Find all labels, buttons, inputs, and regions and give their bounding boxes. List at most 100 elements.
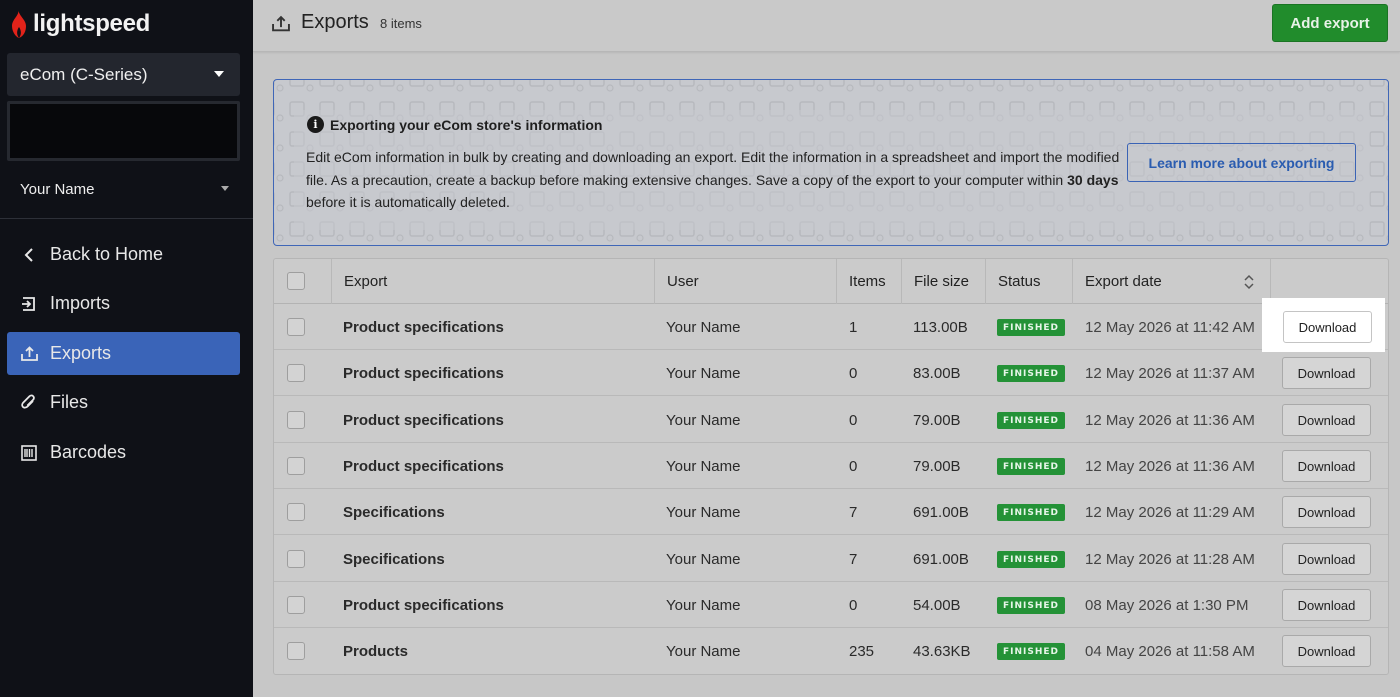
sidebar-item-imports[interactable]: Imports: [7, 282, 240, 325]
row-checkbox[interactable]: [287, 503, 305, 521]
export-icon: [272, 15, 290, 32]
user-name: Your Name: [666, 457, 741, 475]
table-row: Specifications Your Name 7 691.00B FINIS…: [274, 489, 1388, 535]
row-checkbox[interactable]: [287, 411, 305, 429]
column-user[interactable]: User: [667, 259, 699, 304]
user-name: Your Name: [666, 411, 741, 429]
page-header: Exports 8 items Add export: [253, 0, 1400, 52]
column-status[interactable]: Status: [998, 259, 1041, 304]
file-size: 113.00B: [913, 318, 968, 336]
banner-text: Edit eCom information in bulk by creatin…: [306, 146, 1126, 214]
sidebar-divider: [0, 218, 253, 219]
export-date: 12 May 2026 at 11:29 AM: [1085, 503, 1255, 521]
store-select[interactable]: eCom (C-Series): [7, 53, 240, 96]
table-row: Product specifications Your Name 0 79.00…: [274, 397, 1388, 443]
status-badge: FINISHED: [997, 319, 1066, 336]
column-export-date[interactable]: Export date: [1085, 259, 1162, 304]
download-button[interactable]: Download: [1283, 311, 1372, 343]
column-items[interactable]: Items: [849, 259, 886, 304]
row-checkbox[interactable]: [287, 596, 305, 614]
caret-down-icon: [221, 186, 229, 191]
banner-text-part: Edit eCom information in bulk by creatin…: [306, 149, 1120, 188]
page-title: Exports: [301, 11, 369, 33]
download-button[interactable]: Download: [1282, 496, 1371, 528]
export-name: Product specifications: [343, 596, 504, 614]
learn-more-button[interactable]: Learn more about exporting: [1127, 143, 1356, 182]
user-name: Your Name: [20, 180, 95, 198]
lightspeed-logo[interactable]: lightspeed: [9, 8, 150, 40]
banner-text-bold: 30 days: [1067, 171, 1119, 188]
exports-table: Export User Items File size Status Expor…: [273, 258, 1389, 675]
user-name: Your Name: [666, 642, 741, 660]
export-name: Product specifications: [343, 364, 504, 382]
chevron-left-icon: [20, 246, 38, 264]
file-size: 83.00B: [913, 364, 961, 382]
download-button[interactable]: Download: [1282, 589, 1371, 621]
barcode-icon: [20, 444, 38, 462]
export-name: Products: [343, 642, 409, 660]
export-name: Specifications: [343, 550, 445, 568]
add-export-button[interactable]: Add export: [1272, 4, 1388, 42]
export-name: Product specifications: [343, 318, 504, 336]
row-checkbox[interactable]: [287, 550, 305, 568]
store-select-value: eCom (C-Series): [20, 64, 148, 84]
sidebar-item-barcodes[interactable]: Barcodes: [7, 431, 240, 474]
status-badge: FINISHED: [997, 412, 1066, 429]
sidebar-item-label: Imports: [50, 293, 111, 313]
items-count: 0: [849, 411, 858, 429]
sidebar-item-back-to-home[interactable]: Back to Home: [7, 233, 240, 276]
file-size: 43.63KB: [913, 642, 971, 660]
column-file-size[interactable]: File size: [914, 259, 969, 304]
user-menu[interactable]: Your Name: [20, 178, 235, 200]
items-count: 1: [849, 318, 858, 336]
table-row: Products Your Name 235 43.63KB FINISHED …: [274, 628, 1388, 674]
caret-down-icon: [214, 71, 224, 77]
table-row: Product specifications Your Name 0 54.00…: [274, 582, 1388, 628]
download-button[interactable]: Download: [1282, 450, 1371, 482]
row-checkbox[interactable]: [287, 642, 305, 660]
export-date: 08 May 2026 at 1:30 PM: [1085, 596, 1249, 614]
items-count: 0: [849, 364, 858, 382]
status-badge: FINISHED: [997, 504, 1066, 521]
row-checkbox[interactable]: [287, 318, 305, 336]
sidebar-item-label: Back to Home: [50, 244, 164, 264]
sidebar-item-files[interactable]: Files: [7, 381, 240, 424]
file-size: 79.00B: [913, 457, 961, 475]
paperclip-icon: [20, 394, 38, 412]
export-name: Product specifications: [343, 411, 504, 429]
row-checkbox[interactable]: [287, 364, 305, 382]
download-button[interactable]: Download: [1282, 543, 1371, 575]
sidebar: lightspeed eCom (C-Series) Your Name Bac…: [0, 0, 253, 697]
banner-text-part: before it is automatically deleted.: [306, 194, 510, 210]
table-row: Specifications Your Name 7 691.00B FINIS…: [274, 536, 1388, 582]
status-badge: FINISHED: [997, 365, 1066, 382]
info-banner: i Exporting your eCom store's informatio…: [273, 79, 1389, 246]
select-all-checkbox[interactable]: [287, 272, 305, 290]
download-button[interactable]: Download: [1282, 404, 1371, 436]
column-export[interactable]: Export: [344, 259, 387, 304]
sidebar-item-label: Exports: [50, 343, 112, 363]
items-count: 7: [849, 550, 858, 568]
row-checkbox[interactable]: [287, 457, 305, 475]
user-name: Your Name: [666, 550, 741, 568]
export-date: 12 May 2026 at 11:36 AM: [1085, 411, 1255, 429]
items-count: 0: [849, 596, 858, 614]
export-icon: [20, 345, 38, 363]
sort-icon[interactable]: [1244, 273, 1254, 291]
user-name: Your Name: [666, 596, 741, 614]
download-button[interactable]: Download: [1282, 357, 1371, 389]
sidebar-item-exports[interactable]: Exports: [7, 332, 240, 375]
file-size: 79.00B: [913, 411, 961, 429]
table-row: Product specifications Your Name 0 79.00…: [274, 443, 1388, 489]
export-date: 12 May 2026 at 11:37 AM: [1085, 364, 1255, 382]
items-count: 7: [849, 503, 858, 521]
highlighted-download-area: Download: [1262, 298, 1385, 352]
download-button[interactable]: Download: [1282, 635, 1371, 667]
table-row: Product specifications Your Name 0 83.00…: [274, 350, 1388, 396]
file-size: 691.00B: [913, 503, 969, 521]
brand-name: lightspeed: [33, 10, 151, 37]
items-count: 235: [849, 642, 875, 660]
status-badge: FINISHED: [997, 458, 1066, 475]
sidebar-item-label: Barcodes: [50, 442, 127, 462]
table-header: Export User Items File size Status Expor…: [274, 259, 1388, 304]
